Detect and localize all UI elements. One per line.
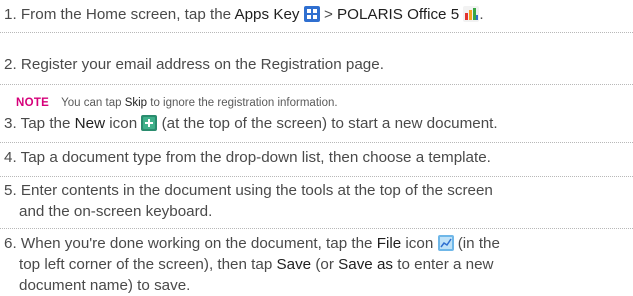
step-text: icon (105, 115, 142, 132)
file-label: File (376, 235, 402, 252)
divider (0, 84, 633, 85)
step-text: Tap a document type from the drop-down l… (20, 149, 491, 166)
step-4: 4. Tap a document type from the drop-dow… (4, 147, 491, 168)
step-2: 2. Register your email address on the Re… (4, 54, 384, 75)
new-label: New (74, 115, 106, 132)
step-text: Tap the (20, 115, 75, 132)
note-text: to ignore the registration information. (147, 97, 338, 109)
step-5: 5. Enter contents in the document using … (4, 180, 493, 222)
step-text: When you're done working on the document… (20, 235, 377, 252)
divider (0, 228, 633, 229)
step-text: Register your email address on the Regis… (20, 56, 384, 73)
step-text: > (319, 6, 338, 23)
step-text-continued: document name) to save. (19, 277, 191, 294)
file-menu-icon (437, 235, 454, 251)
note-text: You can tap (61, 97, 125, 109)
skip-label: Skip (124, 97, 148, 109)
step-text: . (479, 6, 484, 23)
step-number: 6. (4, 235, 17, 252)
apps-key-label: Apps Key (234, 6, 300, 23)
step-number: 4. (4, 149, 17, 166)
step-text: (or (311, 256, 339, 273)
save-label: Save (276, 256, 312, 273)
step-number: 1. (4, 6, 17, 23)
divider (0, 142, 633, 143)
step-text: top left corner of the screen), then tap (19, 256, 277, 273)
instructions-document: 1. From the Home screen, tap the Apps Ke… (0, 0, 633, 295)
step-3: 3. Tap the New icon (at the top of the s… (4, 113, 498, 134)
step-1: 1. From the Home screen, tap the Apps Ke… (4, 4, 484, 25)
new-document-icon (141, 115, 158, 131)
divider (0, 32, 633, 33)
polaris-office-icon (463, 6, 480, 22)
note: NOTE You can tap Skip to ignore the regis… (16, 96, 338, 110)
polaris-office-label: POLARIS Office 5 (337, 6, 460, 23)
step-text: icon (401, 235, 438, 252)
save-as-label: Save as (338, 256, 394, 273)
step-text: Enter contents in the document using the… (20, 182, 493, 199)
step-text: (in the (453, 235, 500, 252)
note-label: NOTE (16, 97, 50, 109)
step-number: 3. (4, 115, 17, 132)
divider (0, 176, 633, 177)
step-number: 5. (4, 182, 17, 199)
step-text-continued: and the on-screen keyboard. (19, 203, 213, 220)
step-text: to enter a new (393, 256, 494, 273)
step-text: (at the top of the screen) to start a ne… (157, 115, 498, 132)
step-text: From the Home screen, tap the (20, 6, 235, 23)
apps-grid-icon (303, 6, 320, 22)
step-number: 2. (4, 56, 17, 73)
step-6: 6. When you're done working on the docum… (4, 233, 500, 296)
